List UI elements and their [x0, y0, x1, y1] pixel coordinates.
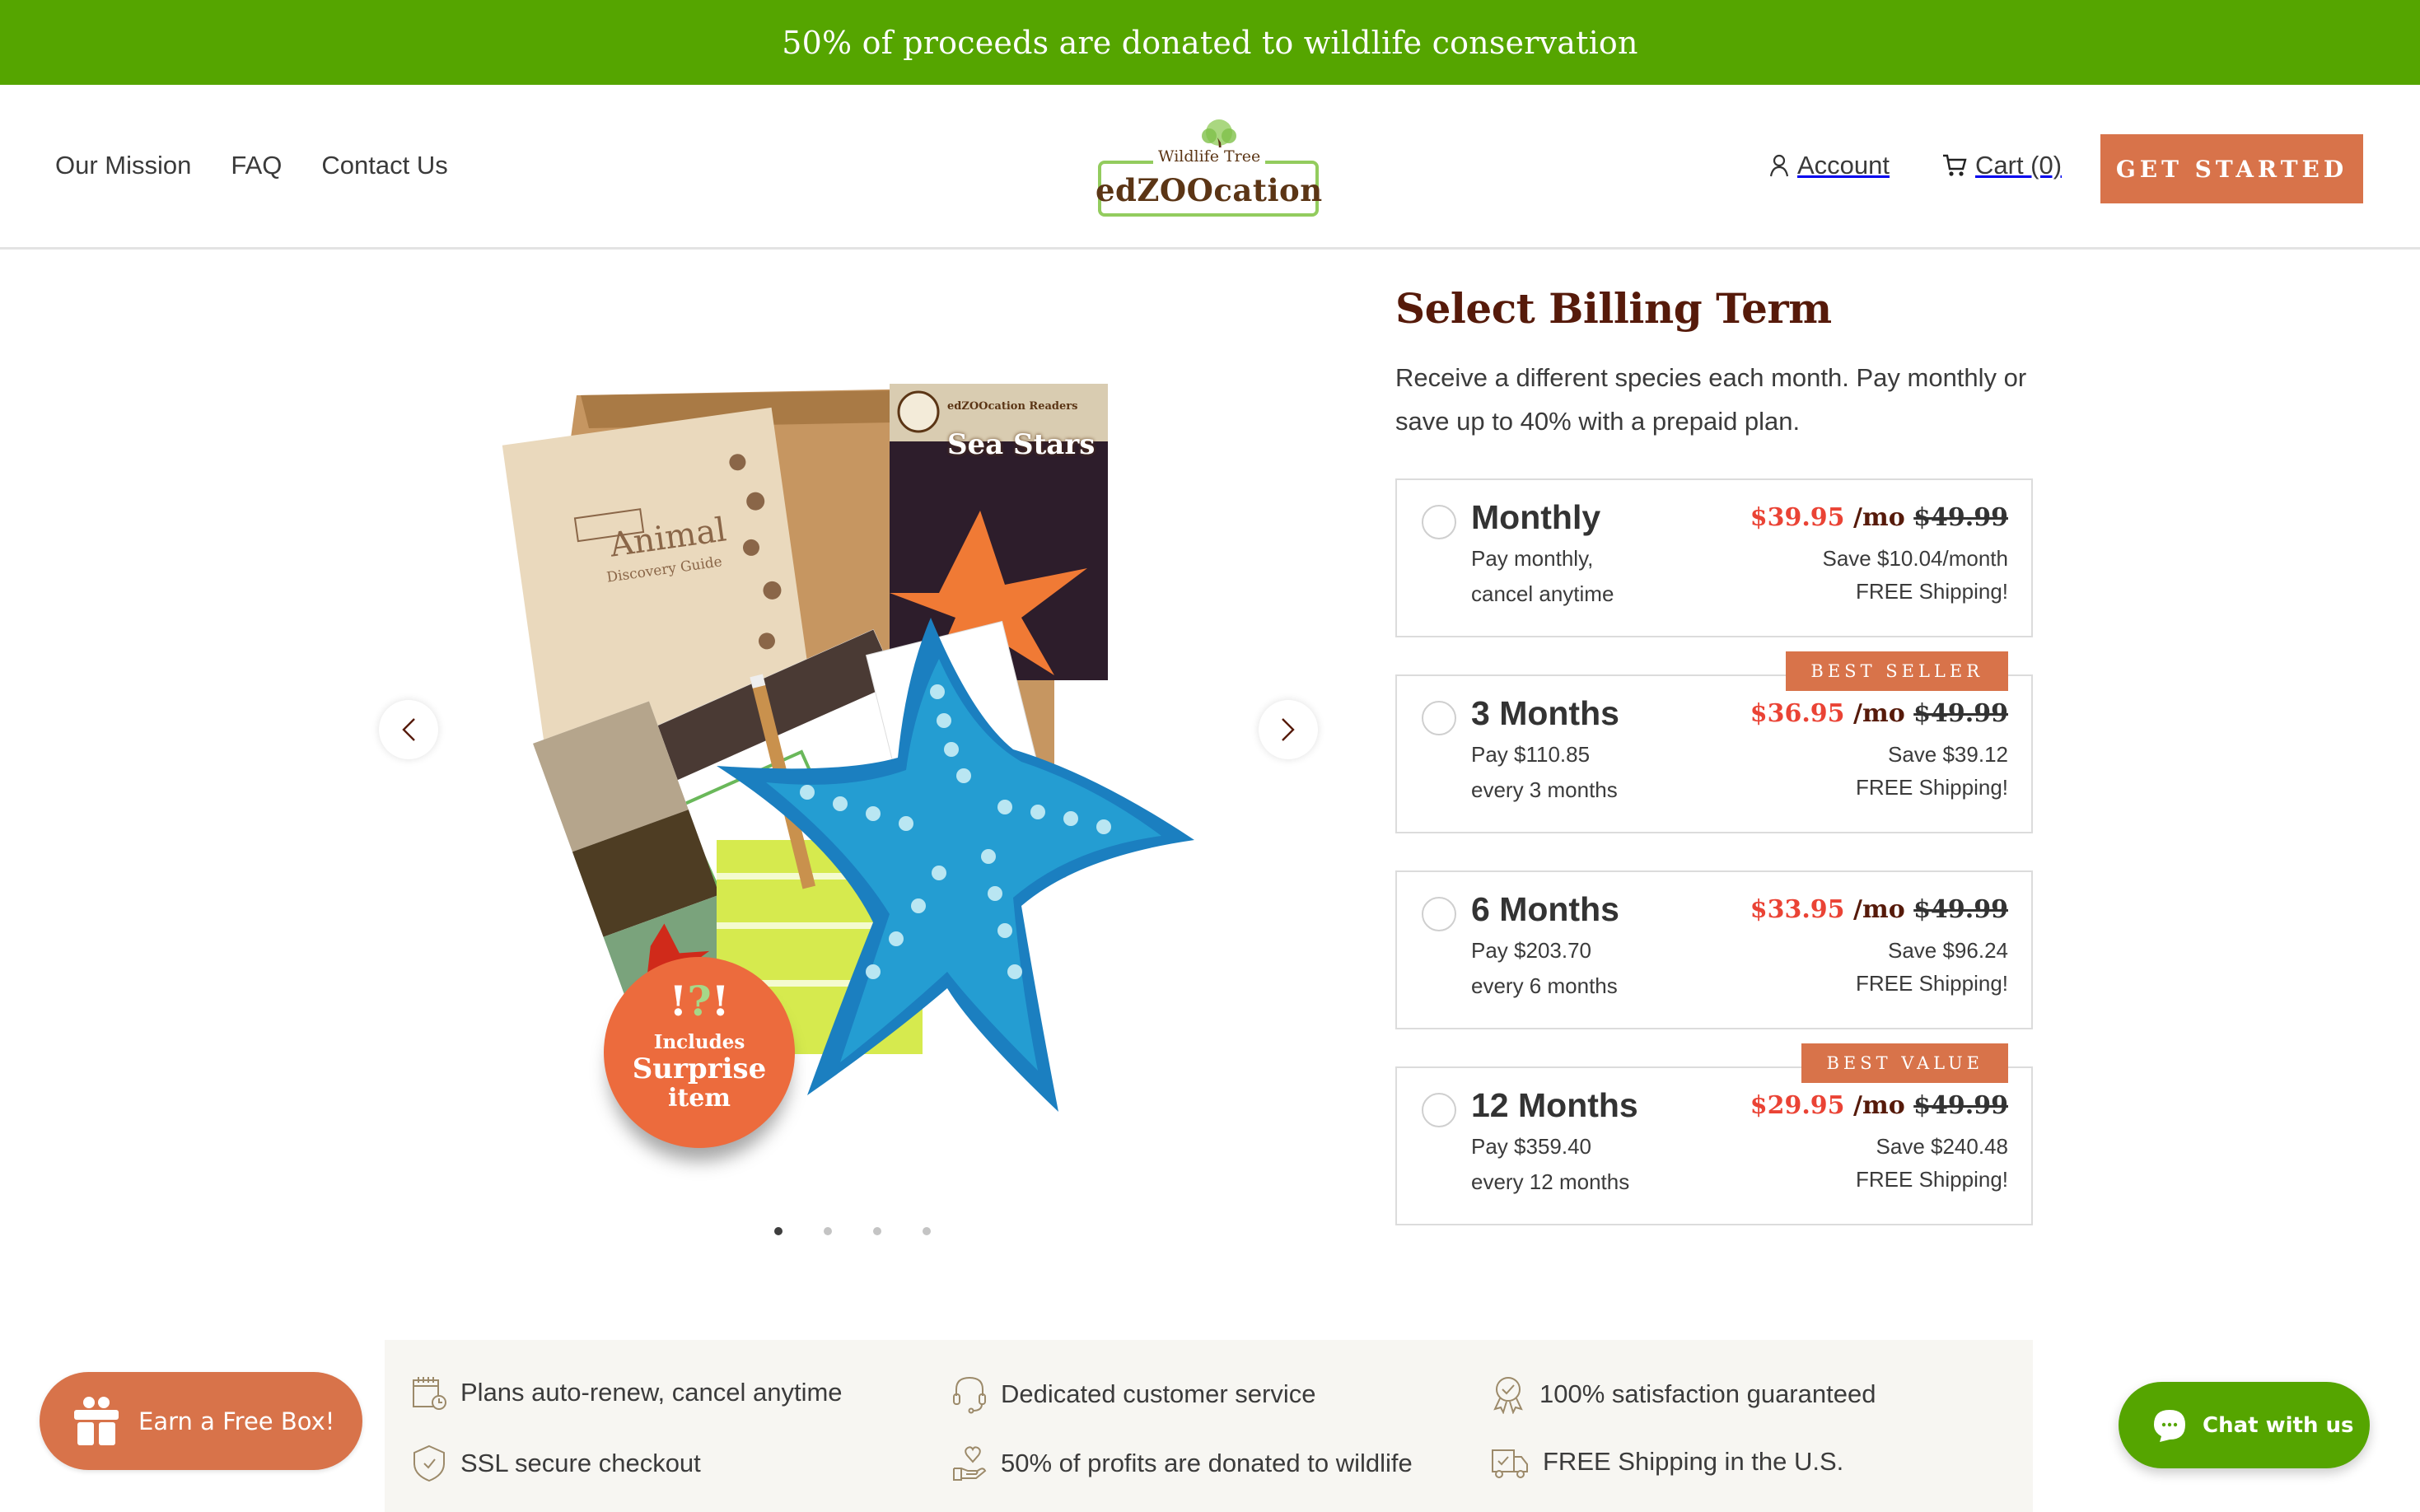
plan-detail-1: Pay $203.70 — [1471, 938, 1592, 963]
cart-link[interactable]: Cart (0) — [1942, 151, 2062, 180]
earn-free-box-label: Earn a Free Box! — [138, 1407, 335, 1435]
shield-check-icon — [413, 1444, 445, 1482]
logo-name: edZOOcation — [1096, 172, 1323, 208]
plan-detail-2: every 12 months — [1471, 1169, 1630, 1194]
plan-radio[interactable] — [1422, 1093, 1456, 1127]
site-header: Our Mission FAQ Contact Us Wildlife Tree… — [0, 85, 2420, 250]
plan-detail-2: every 3 months — [1471, 777, 1618, 802]
get-started-button[interactable]: GET STARTED — [2100, 134, 2363, 203]
surprise-line-1: Includes — [653, 1031, 745, 1053]
plan-radio[interactable] — [1422, 701, 1456, 735]
plan-shipping: FREE Shipping! — [1856, 579, 2008, 604]
surprise-line-2: Surprise — [632, 1052, 767, 1085]
plan-detail-1: Pay $110.85 — [1471, 742, 1591, 767]
announcement-text: 50% of proceeds are donated to wildlife … — [782, 24, 1638, 61]
site-logo[interactable]: Wildlife Tree edZOOcation — [1096, 118, 1322, 220]
feature-item: 50% of profits are donated to wildlife — [951, 1444, 1413, 1483]
cart-label: Cart (0) — [1975, 151, 2063, 180]
feature-item: 100% satisfaction guaranteed — [1490, 1374, 1876, 1414]
plan-radio[interactable] — [1422, 505, 1456, 539]
feature-item: FREE Shipping in the U.S. — [1490, 1444, 1843, 1480]
gift-icon — [74, 1396, 119, 1445]
subscription-box-illustration — [502, 384, 1194, 1112]
account-link[interactable]: Account — [1769, 151, 1890, 180]
plan-savings: Save $10.04/month — [1822, 546, 2009, 571]
feature-item: SSL secure checkout — [411, 1444, 701, 1483]
carousel-dot-3[interactable] — [873, 1227, 881, 1235]
plan-price: $39.95 /mo $49.99 — [1750, 503, 2008, 532]
logo-tagline: Wildlife Tree — [1153, 147, 1266, 166]
carousel-dot-1[interactable] — [774, 1227, 783, 1235]
billing-description: Receive a different species each month. … — [1395, 363, 2027, 436]
plan-price: $29.95 /mo $49.99 — [1750, 1091, 2008, 1120]
feature-text: SSL secure checkout — [460, 1449, 701, 1477]
plan-option-monthly[interactable]: Monthly Pay monthly, cancel anytime $39.… — [1395, 478, 2033, 637]
plan-term: 12 Months — [1471, 1086, 1638, 1124]
nav-faq[interactable]: FAQ — [231, 151, 282, 180]
product-image: Animal Discovery Guide edZOOcation Reade… — [445, 346, 1236, 1169]
carousel-dot-4[interactable] — [923, 1227, 931, 1235]
earn-free-box-button[interactable]: Earn a Free Box! — [40, 1372, 362, 1470]
carousel-next-button[interactable] — [1259, 700, 1318, 759]
plan-price: $33.95 /mo $49.99 — [1750, 895, 2008, 924]
nav-our-mission[interactable]: Our Mission — [55, 151, 191, 180]
feature-text: FREE Shipping in the U.S. — [1543, 1447, 1844, 1476]
plan-detail-2: every 6 months — [1471, 973, 1618, 998]
carousel-prev-button[interactable] — [379, 700, 438, 759]
primary-nav: Our Mission FAQ Contact Us — [55, 151, 448, 180]
book2-series: edZOOcation Readers — [947, 400, 1078, 413]
carousel-pagination — [774, 1227, 931, 1235]
headset-icon — [953, 1376, 986, 1414]
user-icon — [1769, 154, 1789, 177]
surprise-line-3: item — [667, 1084, 731, 1113]
plan-shipping: FREE Shipping! — [1856, 1167, 2008, 1192]
delivery-truck-icon — [1492, 1449, 1528, 1478]
plan-term: Monthly — [1471, 498, 1601, 536]
feature-text: 50% of profits are donated to wildlife — [1001, 1449, 1413, 1477]
heart-hand-icon — [953, 1446, 987, 1481]
nav-contact-us[interactable]: Contact Us — [321, 151, 447, 180]
book2-title: Sea Stars — [947, 428, 1096, 461]
plan-price: $36.95 /mo $49.99 — [1750, 699, 2008, 728]
chevron-left-icon — [402, 718, 415, 741]
plan-option-3-months[interactable]: BEST SELLER 3 Months Pay $110.85 every 3… — [1395, 651, 2033, 833]
feature-item: Plans auto-renew, cancel anytime — [411, 1374, 843, 1411]
plan-savings: Save $39.12 — [1887, 742, 2008, 767]
plan-savings: Save $240.48 — [1876, 1134, 2008, 1159]
feature-item: Dedicated customer service — [951, 1374, 1316, 1414]
cart-icon — [1943, 154, 1967, 176]
feature-text: Dedicated customer service — [1001, 1379, 1316, 1408]
billing-section: Select Billing Term Receive a different … — [1395, 284, 2033, 443]
plan-detail-1: Pay monthly, — [1471, 546, 1594, 571]
plan-savings: Save $96.24 — [1887, 938, 2008, 963]
feature-text: Plans auto-renew, cancel anytime — [460, 1378, 843, 1407]
surprise-marks: !?! — [669, 977, 730, 1025]
account-label: Account — [1797, 151, 1890, 180]
surprise-item-badge: !?! Includes Surprise item — [604, 957, 795, 1148]
best-seller-badge: BEST SELLER — [1786, 651, 2008, 691]
announcement-bar: 50% of proceeds are donated to wildlife … — [0, 0, 2420, 85]
award-ribbon-icon — [1493, 1377, 1523, 1414]
product-carousel: Animal Discovery Guide edZOOcation Reade… — [379, 346, 1318, 1252]
features-strip: Plans auto-renew, cancel anytime Dedicat… — [385, 1340, 2033, 1512]
plan-term: 3 Months — [1471, 694, 1619, 732]
carousel-dot-2[interactable] — [824, 1227, 832, 1235]
chat-label: Chat with us — [2203, 1412, 2354, 1438]
plan-detail-2: cancel anytime — [1471, 581, 1614, 606]
chat-with-us-button[interactable]: Chat with us — [2119, 1382, 2370, 1468]
plan-detail-1: Pay $359.40 — [1471, 1134, 1592, 1159]
plan-shipping: FREE Shipping! — [1856, 775, 2008, 800]
plan-term: 6 Months — [1471, 890, 1619, 928]
plan-option-12-months[interactable]: BEST VALUE 12 Months Pay $359.40 every 1… — [1395, 1043, 2033, 1225]
plan-option-6-months[interactable]: 6 Months Pay $203.70 every 6 months $33.… — [1395, 870, 2033, 1029]
best-value-badge: BEST VALUE — [1801, 1043, 2008, 1083]
chevron-right-icon — [1282, 718, 1295, 741]
plan-radio[interactable] — [1422, 897, 1456, 931]
billing-title: Select Billing Term — [1395, 284, 1832, 333]
plan-shipping: FREE Shipping! — [1856, 971, 2008, 996]
feature-text: 100% satisfaction guaranteed — [1539, 1379, 1876, 1408]
calendar-clock-icon — [413, 1377, 446, 1410]
chat-bubble-icon — [2154, 1409, 2185, 1442]
